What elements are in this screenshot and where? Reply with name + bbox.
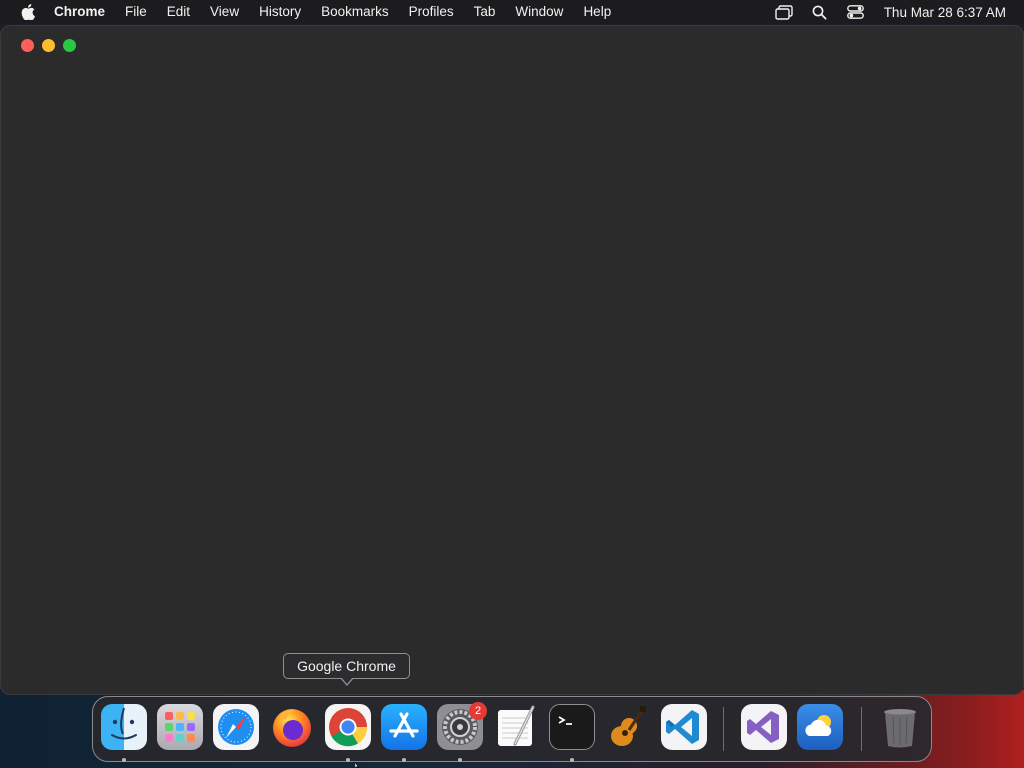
apple-menu-icon[interactable] (18, 4, 38, 20)
app-store-icon[interactable] (381, 704, 427, 750)
chrome-running-indicator (346, 758, 350, 762)
minimize-window-button[interactable] (42, 39, 55, 52)
menu-tab[interactable]: Tab (464, 0, 506, 24)
menu-edit[interactable]: Edit (157, 0, 200, 24)
control-center-icon[interactable] (846, 3, 866, 21)
dock-separator-trash (861, 707, 862, 751)
menu-help[interactable]: Help (573, 0, 621, 24)
menu-profiles[interactable]: Profiles (399, 0, 464, 24)
garageband-icon[interactable] (605, 704, 651, 750)
menu-app-name[interactable]: Chrome (52, 0, 115, 24)
mouse-pointer-icon (355, 762, 360, 768)
screen-mirroring-icon[interactable] (774, 3, 794, 21)
terminal-icon[interactable] (549, 704, 595, 750)
menu-file[interactable]: File (115, 0, 157, 24)
firefox-icon[interactable] (269, 704, 315, 750)
system-settings-badge: 2 (469, 702, 487, 720)
system-settings-running-indicator (458, 758, 462, 762)
menu-window[interactable]: Window (505, 0, 573, 24)
chrome-window (0, 25, 1024, 695)
launchpad-icon[interactable] (157, 704, 203, 750)
menu-history[interactable]: History (249, 0, 311, 24)
zoom-window-button[interactable] (63, 39, 76, 52)
menu-bar: Chrome File Edit View History Bookmarks … (0, 0, 1024, 24)
visual-studio-icon[interactable] (741, 704, 787, 750)
menu-bar-clock[interactable]: Thu Mar 28 6:37 AM (884, 5, 1006, 20)
dock-tooltip-arrow-fill (341, 677, 353, 684)
spotlight-search-icon[interactable] (810, 3, 830, 21)
app-store-running-indicator (402, 758, 406, 762)
chrome-icon[interactable] (325, 704, 371, 750)
dock-tooltip: Google Chrome (283, 653, 410, 679)
dock: 2 (92, 696, 932, 762)
trash-icon[interactable] (877, 704, 923, 750)
vscode-icon[interactable] (661, 704, 707, 750)
weather-icon[interactable] (797, 704, 843, 750)
menu-bookmarks[interactable]: Bookmarks (311, 0, 399, 24)
safari-icon[interactable] (213, 704, 259, 750)
finder-running-indicator (122, 758, 126, 762)
finder-icon[interactable] (101, 704, 147, 750)
dock-separator (723, 707, 724, 751)
menu-view[interactable]: View (200, 0, 249, 24)
window-controls (21, 39, 76, 52)
terminal-running-indicator (570, 758, 574, 762)
close-window-button[interactable] (21, 39, 34, 52)
textedit-icon[interactable] (493, 704, 539, 750)
